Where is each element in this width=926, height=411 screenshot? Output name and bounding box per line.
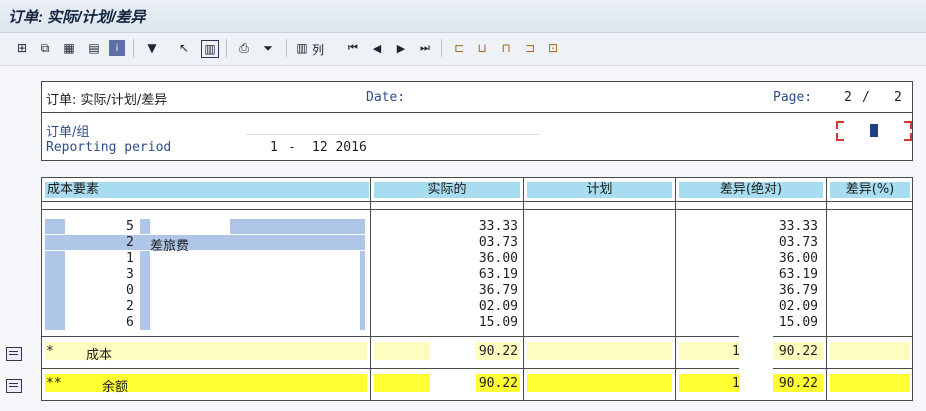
column-header-actual[interactable]: 实际的: [374, 182, 520, 198]
variance-value: 63.19: [778, 267, 818, 282]
actual-value: 15.09: [478, 315, 518, 330]
hierarchy-icon-1[interactable]: ⊏: [451, 40, 467, 56]
window-title: 订单: 实际/计划/差异: [8, 9, 146, 26]
bracket-corner: [904, 133, 912, 141]
report-header-box: 订单: 实际/计划/差异 Date: Page: 2 / 2: [41, 81, 913, 113]
actual-value: 33.33: [478, 219, 518, 234]
page-separator: /: [862, 90, 870, 105]
toolbar-separator: [441, 39, 442, 57]
toolbar-separator: [226, 39, 227, 57]
total-marker: **: [46, 376, 62, 391]
first-page-icon[interactable]: ⏮: [345, 40, 361, 56]
actual-value: 36.79: [478, 283, 518, 298]
report-area: 订单: 实际/计划/差异 Date: Page: 2 / 2 订单/组 Repo…: [0, 66, 926, 411]
filter-funnel-icon[interactable]: ⏷: [260, 40, 276, 56]
toolbar-separator: [286, 39, 287, 57]
previous-page-icon[interactable]: ◀: [369, 40, 385, 56]
toolbar-separator: [133, 39, 134, 57]
column-header-plan[interactable]: 计划: [527, 182, 672, 198]
actual-value: 63.19: [478, 267, 518, 282]
info-icon[interactable]: i: [109, 40, 125, 56]
cost-element-code: 2: [126, 235, 134, 250]
hierarchy-icon-2[interactable]: ⊔: [474, 40, 490, 56]
select-icon[interactable]: ↖: [176, 40, 192, 56]
column-header-variance-abs[interactable]: 差异(绝对): [679, 182, 823, 198]
grid-icon[interactable]: ▤: [86, 40, 102, 56]
variance-value: 03.73: [778, 235, 818, 250]
hierarchy-icon-4[interactable]: ⊐: [522, 40, 538, 56]
period-dash: -: [288, 140, 296, 155]
filter-icon[interactable]: ▼: [144, 40, 160, 56]
date-label: Date:: [366, 90, 406, 105]
column-header-cost-element[interactable]: 成本要素: [45, 182, 369, 198]
expand-row-icon[interactable]: [6, 347, 22, 361]
cost-element-code: 5: [126, 219, 134, 234]
actual-value: 03.73: [478, 235, 518, 250]
cost-element-code: 0: [126, 283, 134, 298]
total-actual: 90.22: [478, 376, 518, 391]
actual-value: 02.09: [478, 299, 518, 314]
order-group-label: 订单/组: [46, 125, 90, 140]
expand-row-icon[interactable]: [6, 379, 22, 393]
period-from: 1: [270, 140, 278, 155]
hierarchy-icon-5[interactable]: ⊡: [545, 40, 561, 56]
redacted-date: [422, 90, 580, 103]
status-indicator: [870, 124, 878, 137]
report-title: 订单: 实际/计划/差异: [46, 93, 168, 108]
actual-value: 36.00: [478, 251, 518, 266]
total-label: 余额: [102, 380, 129, 395]
tree-icon[interactable]: ⊞: [14, 40, 30, 56]
page-label: Page:: [773, 90, 813, 105]
bracket-corner: [836, 133, 844, 141]
subtotal-label: 成本: [86, 348, 113, 363]
column-header-variance-pct[interactable]: 差异(%): [830, 182, 910, 198]
subtotal-marker: *: [46, 344, 54, 359]
layout-icon[interactable]: ▦: [61, 40, 77, 56]
bracket-corner: [836, 121, 844, 129]
row-selection: [45, 219, 65, 234]
data-table: 成本要素 实际的 计划 差异(绝对) 差异(%) 5 2 差旅费 1 3 0 2…: [41, 177, 913, 401]
column-select-icon[interactable]: ⧉: [37, 40, 53, 56]
variance-value: 36.00: [778, 251, 818, 266]
subtotal-actual: 90.22: [478, 344, 518, 359]
table-config-icon[interactable]: ▥: [201, 40, 219, 58]
page-total: 2: [894, 90, 902, 105]
total-row: [45, 374, 367, 392]
columns-icon[interactable]: ▥: [294, 40, 310, 56]
last-page-icon[interactable]: ⏭: [417, 40, 433, 56]
variance-value: 33.33: [778, 219, 818, 234]
cost-element-code: 2: [126, 299, 134, 314]
cost-element-code: 1: [126, 251, 134, 266]
redacted-order-group: [246, 122, 540, 135]
cost-element-code: 3: [126, 267, 134, 282]
print-icon[interactable]: ⎙: [236, 40, 252, 56]
period-to: 12 2016: [312, 140, 367, 155]
page-current: 2: [844, 90, 852, 105]
bracket-corner: [904, 121, 912, 129]
reporting-period-label: Reporting period: [46, 140, 172, 155]
hierarchy-icon-3[interactable]: ⊓: [498, 40, 514, 56]
application-toolbar: ⊞ ⧉ ▦ ▤ i ▼ ↖ ▥ ⎙ ⏷ ▥ 列 ⏮ ◀ ▶ ⏭ ⊏ ⊔ ⊓ ⊐ …: [0, 33, 926, 66]
title-bar: 订单: 实际/计划/差异: [0, 0, 926, 33]
cost-element-desc: 差旅费: [150, 239, 190, 254]
selection-info-box: 订单/组 Reporting period 1 - 12 2016: [41, 112, 913, 161]
columns-label[interactable]: 列: [312, 41, 324, 58]
next-page-icon[interactable]: ▶: [393, 40, 409, 56]
cost-element-code: 6: [126, 315, 134, 330]
